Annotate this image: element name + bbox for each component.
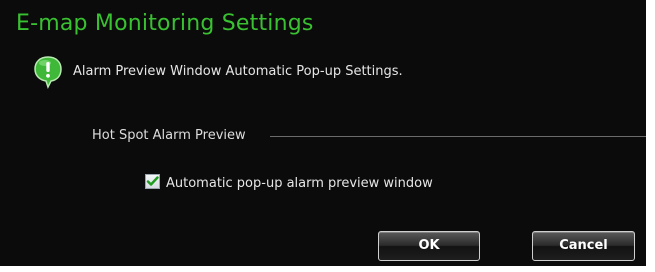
settings-dialog: E-map Monitoring Settings Alarm Preview … <box>0 0 646 266</box>
info-text: Alarm Preview Window Automatic Pop-up Se… <box>73 64 403 79</box>
info-icon <box>33 55 63 89</box>
ok-button[interactable]: OK <box>378 231 480 261</box>
section-label: Hot Spot Alarm Preview <box>92 128 246 143</box>
auto-popup-checkbox[interactable] <box>145 174 160 189</box>
section-divider <box>270 136 646 137</box>
auto-popup-label[interactable]: Automatic pop-up alarm preview window <box>166 176 433 191</box>
cancel-button[interactable]: Cancel <box>532 231 635 261</box>
dialog-title: E-map Monitoring Settings <box>16 11 314 36</box>
checkmark-icon <box>146 176 159 186</box>
